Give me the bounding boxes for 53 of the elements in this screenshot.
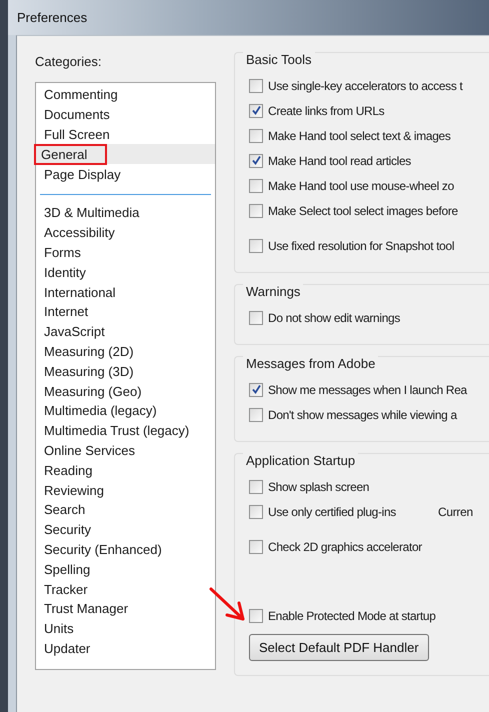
category-item[interactable]: Commenting	[36, 85, 215, 105]
checkbox-option[interactable]: Create links from URLs	[249, 104, 384, 118]
checkbox-option[interactable]: Show splash screen	[249, 480, 370, 494]
category-item[interactable]: Trust Manager	[36, 598, 215, 619]
group-title: Warnings	[243, 284, 304, 299]
category-item[interactable]: Online Services	[36, 440, 215, 460]
status-text: Curren	[438, 504, 473, 518]
category-item[interactable]: Updater	[36, 638, 215, 658]
check-icon	[250, 155, 262, 166]
checkbox-option[interactable]: Make Hand tool use mouse-wheel zo	[249, 178, 454, 192]
category-item[interactable]: Page Display	[36, 164, 215, 184]
category-item[interactable]: Units	[36, 618, 215, 639]
category-item[interactable]: Reading	[36, 460, 215, 480]
window-title: Preferences	[17, 10, 88, 25]
category-item[interactable]: JavaScript	[36, 322, 215, 342]
checkbox-option[interactable]: Check 2D graphics accelerator	[249, 540, 422, 554]
check-icon	[250, 384, 262, 395]
category-item[interactable]: 3D & Multimedia	[36, 202, 215, 223]
category-item[interactable]: Security	[36, 520, 215, 540]
category-item[interactable]: Documents	[36, 104, 215, 125]
category-item[interactable]: Tracker	[36, 579, 215, 599]
checkbox-option[interactable]: Don't show messages while viewing a	[249, 408, 457, 422]
checkbox-option[interactable]: Use single-key accelerators to access t	[249, 78, 462, 92]
checkbox-option[interactable]: Use fixed resolution for Snapshot tool	[249, 238, 454, 252]
default-pdf-handler-button[interactable]: Select Default PDF Handler	[249, 634, 429, 661]
category-item[interactable]: Accessibility	[36, 222, 215, 243]
checkbox-option[interactable]: Make Hand tool read articles	[249, 154, 411, 168]
checkbox-option[interactable]: Make Select tool select images before	[249, 204, 458, 218]
checkbox-option[interactable]: Show me messages when I launch Rea	[249, 382, 467, 396]
group-title: Basic Tools	[243, 52, 315, 67]
categories-label: Categories:	[35, 54, 102, 69]
checkbox-option[interactable]: Make Hand tool select text & images	[249, 128, 451, 142]
category-item[interactable]: General	[36, 144, 215, 164]
category-item[interactable]: Measuring (2D)	[36, 342, 215, 362]
category-item[interactable]: Spelling	[36, 559, 215, 580]
category-item[interactable]: Full Screen	[36, 124, 215, 144]
checkbox-option[interactable]: Do not show edit warnings	[249, 310, 400, 324]
category-item[interactable]: Multimedia Trust (legacy)	[36, 420, 215, 441]
category-item[interactable]: Search	[36, 500, 215, 520]
checkbox-option[interactable]: Enable Protected Mode at startup	[249, 608, 436, 622]
category-item[interactable]: Security (Enhanced)	[36, 540, 215, 560]
category-item[interactable]: Multimedia (legacy)	[36, 400, 215, 421]
category-item[interactable]: International	[36, 282, 215, 302]
group-title: Messages from Adobe	[243, 356, 378, 371]
checkbox-option[interactable]: Use only certified plug-ins	[249, 504, 396, 518]
category-item[interactable]: Reviewing	[36, 480, 215, 500]
category-item[interactable]: Identity	[36, 262, 215, 282]
check-icon	[250, 105, 262, 116]
group-title: Application Startup	[243, 453, 358, 468]
category-item[interactable]: Internet	[36, 302, 215, 322]
category-item[interactable]: Forms	[36, 242, 215, 262]
category-item[interactable]: Measuring (Geo)	[36, 381, 215, 401]
category-item[interactable]: Measuring (3D)	[36, 361, 215, 382]
